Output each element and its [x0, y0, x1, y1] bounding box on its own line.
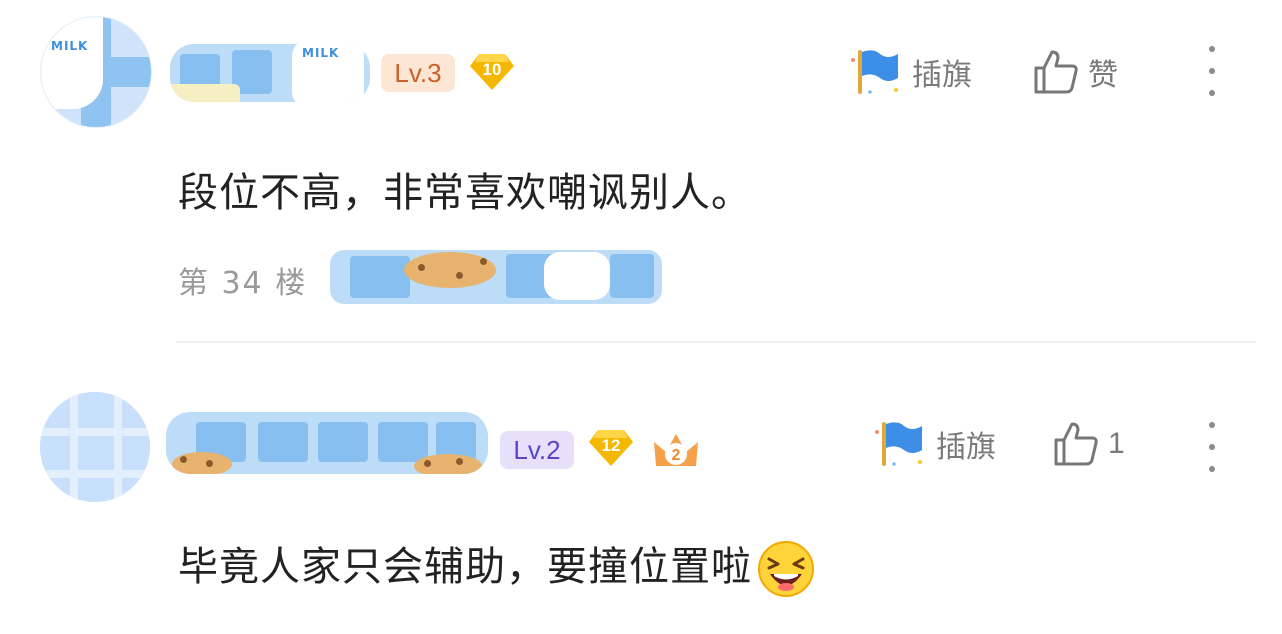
avatar-watermark: MILK — [51, 39, 89, 53]
like-button[interactable]: 1 — [1052, 420, 1125, 468]
flag-button[interactable]: 插旗 — [848, 44, 972, 100]
crown-badge: 2 — [652, 430, 700, 472]
level-badge: Lv.3 — [381, 54, 455, 92]
crown-level: 2 — [672, 447, 681, 464]
crown-icon: 2 — [654, 434, 698, 466]
flag-button[interactable]: 插旗 — [872, 416, 996, 472]
floor-number: 第 34 楼 — [178, 266, 308, 301]
avatar[interactable] — [40, 392, 150, 502]
comment-text: 段位不高，非常喜欢嘲讽别人。 — [178, 170, 752, 216]
like-button[interactable]: 赞 — [1032, 48, 1118, 96]
comment-text-body: 毕竟人家只会辅助，要撞位置啦 — [178, 544, 752, 590]
flag-icon — [875, 422, 922, 466]
flag-label: 插旗 — [912, 58, 972, 93]
comment-list: MILK MILK Lv.3 10 插旗 赞 段位不高，非常喜欢嘲讽别人。 第 … — [0, 0, 1282, 634]
more-button[interactable] — [1208, 46, 1216, 96]
comment-item: Lv.2 12 2 毕竟人家只会辅助，要撞位置啦 — [0, 360, 1282, 634]
gem-level: 12 — [601, 436, 621, 455]
level-badge: Lv.2 — [500, 431, 574, 469]
comment-item: MILK MILK Lv.3 10 插旗 赞 段位不高，非常喜欢嘲讽别人。 第 … — [0, 0, 1282, 343]
more-vertical-icon — [1209, 422, 1215, 428]
like-count: 1 — [1108, 427, 1125, 460]
username[interactable] — [166, 412, 488, 474]
replied-username[interactable] — [330, 250, 662, 304]
username[interactable]: MILK — [170, 44, 370, 102]
thumbs-up-icon — [1034, 50, 1078, 94]
like-label: 赞 — [1088, 58, 1118, 93]
username-watermark: MILK — [302, 46, 340, 60]
more-button[interactable] — [1208, 422, 1216, 472]
divider — [176, 341, 1256, 343]
laughing-emoji-icon — [758, 541, 814, 597]
gem-badge: 10 — [469, 52, 515, 92]
flag-label: 插旗 — [936, 430, 996, 465]
gem-badge: 12 — [588, 428, 634, 468]
thumbs-up-icon — [1054, 422, 1098, 466]
avatar[interactable]: MILK — [40, 16, 152, 128]
comment-text: 毕竟人家只会辅助，要撞位置啦 — [178, 534, 816, 599]
gem-level: 10 — [482, 60, 502, 79]
flag-icon — [851, 50, 898, 94]
more-vertical-icon — [1209, 46, 1215, 52]
